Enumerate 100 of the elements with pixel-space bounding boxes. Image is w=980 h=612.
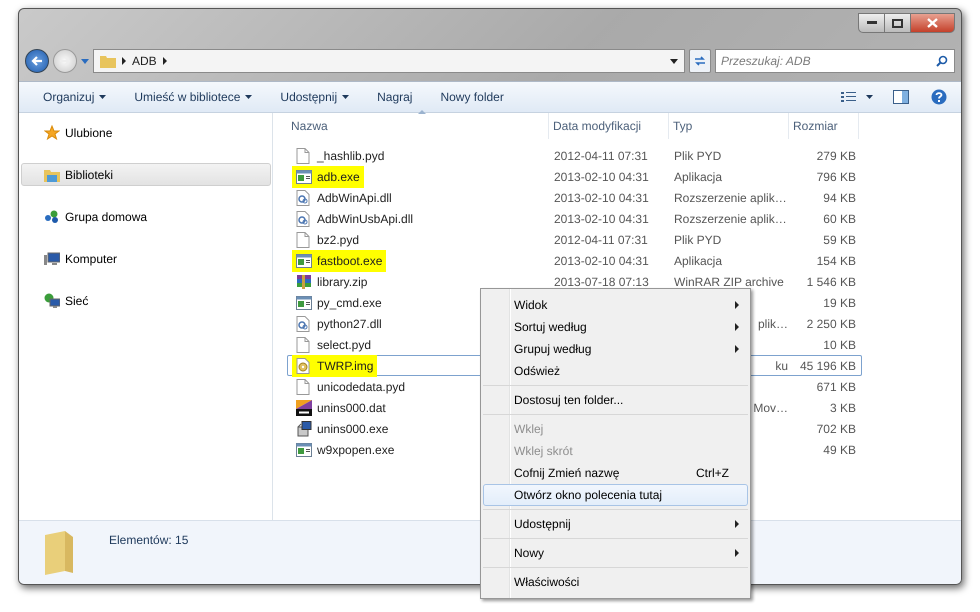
toolbar-button[interactable]: Umieść w bibliotece — [124, 84, 262, 110]
menu-item[interactable]: Udostępnij — [483, 513, 748, 535]
network-icon — [44, 292, 60, 308]
folder-icon — [43, 531, 75, 575]
sidebar-item[interactable]: Grupa domowa — [21, 205, 271, 228]
date-cell-text: 2012-04-11 07:31 — [553, 232, 649, 248]
size-cell-text: 49 KB — [822, 442, 857, 458]
file-icon — [296, 336, 312, 352]
menu-item[interactable]: Otwórz okno polecenia tutaj — [483, 484, 748, 506]
file-name[interactable]: AdbWinApi.dll — [292, 186, 396, 208]
size-cell-text: 796 KB — [816, 168, 857, 186]
type-cell-text: Rozszerzenie aplik… — [673, 210, 788, 228]
installer-icon — [296, 420, 312, 436]
close-icon — [927, 18, 938, 28]
menu-item[interactable]: Grupuj według — [483, 338, 748, 360]
size-cell-text: 671 KB — [816, 378, 857, 396]
search-field[interactable]: Przeszukaj: ADB — [715, 49, 955, 73]
file-name[interactable]: bz2.pyd — [292, 228, 364, 250]
toolbar-button[interactable]: Nagraj — [367, 84, 422, 110]
menu-item[interactable]: Cofnij Zmień nazwę Ctrl+Z — [483, 462, 748, 484]
refresh-icon — [693, 55, 707, 67]
menu-item[interactable]: Nowy — [483, 542, 748, 564]
file-name[interactable]: _hashlib.pyd — [292, 144, 388, 166]
back-button[interactable] — [25, 49, 49, 73]
help-icon[interactable] — [931, 89, 947, 105]
file-name[interactable]: unins000.dat — [292, 396, 390, 418]
sidebar-item[interactable]: Komputer — [21, 247, 271, 270]
size-cell-text: 2 250 KB — [806, 316, 857, 332]
maximize-button[interactable] — [884, 13, 911, 33]
file-name[interactable]: unicodedata.pyd — [292, 376, 410, 398]
minimize-icon — [866, 21, 876, 25]
preview-pane-icon[interactable] — [893, 90, 909, 104]
menu-item[interactable]: Widok — [483, 294, 748, 316]
date-cell-text: 2013-07-18 07:13 — [553, 274, 650, 290]
file-name[interactable]: select.pyd — [292, 334, 376, 356]
size-cell-text: 19 KB — [822, 294, 857, 312]
submenu-arrow-icon — [735, 549, 739, 557]
type-cell: ku — [775, 358, 788, 372]
size-cell-text: 60 KB — [822, 210, 857, 228]
close-button[interactable] — [910, 13, 955, 33]
size-cell-text: 10 KB — [822, 336, 857, 354]
toolbar-button[interactable]: Udostępnij — [270, 84, 360, 110]
toolbar-button[interactable]: Nowy folder — [430, 84, 514, 110]
file-icon — [296, 378, 312, 394]
highlighted-file-name[interactable]: TWRP.img — [292, 354, 378, 376]
menu-item[interactable]: Sortuj według — [483, 316, 748, 338]
application-icon — [296, 294, 312, 310]
folder-icon — [100, 54, 116, 68]
star-icon — [44, 124, 60, 140]
view-icon[interactable] — [841, 91, 856, 103]
computer-icon — [44, 250, 60, 266]
refresh-button[interactable] — [689, 49, 711, 73]
chevron-icon[interactable] — [162, 57, 167, 65]
type-cell-text: WinRAR ZIP archive — [673, 274, 785, 290]
submenu-arrow-icon — [735, 323, 739, 331]
search-icon[interactable] — [936, 55, 948, 67]
highlighted-file-name[interactable]: adb.exe — [292, 166, 364, 188]
dat-file-icon — [296, 400, 312, 416]
size-cell-text: 94 KB — [822, 190, 857, 206]
date-cell-text: 2012-04-11 07:31 — [553, 148, 649, 164]
submenu-arrow-icon — [735, 520, 739, 528]
menu-item[interactable]: Odśwież — [483, 360, 748, 382]
caret-icon — [342, 95, 350, 99]
file-name[interactable]: py_cmd.exe — [292, 292, 386, 314]
application-icon — [296, 252, 312, 268]
menu-item[interactable]: Dostosuj ten folder... — [483, 389, 748, 411]
sidebar-item[interactable]: Sieć — [21, 289, 271, 312]
size-cell-text: 1 546 KB — [806, 274, 857, 290]
size-cell-text: 702 KB — [816, 420, 857, 438]
size-cell-text: 279 KB — [816, 148, 857, 164]
size-cell-text: 3 KB — [828, 400, 857, 416]
application-icon — [296, 442, 312, 458]
highlighted-file-name[interactable]: fastboot.exe — [292, 250, 386, 272]
breadcrumb-item[interactable]: ADB — [132, 52, 157, 70]
file-name[interactable]: w9xpopen.exe — [292, 438, 398, 460]
date-cell-text: 2013-02-10 04:31 — [553, 190, 650, 206]
dropdown-icon[interactable] — [670, 58, 678, 64]
sidebar-item[interactable]: Biblioteki — [21, 163, 271, 186]
submenu-arrow-icon — [735, 345, 739, 353]
toolbar-button[interactable]: Organizuj — [33, 84, 116, 110]
type-cell-text: Plik PYD — [673, 232, 722, 248]
history-dropdown-icon[interactable] — [81, 58, 89, 64]
maximize-icon — [892, 18, 903, 28]
date-cell-text: 2013-02-10 04:31 — [553, 210, 650, 228]
file-name[interactable]: python27.dll — [292, 312, 386, 334]
size-cell-text: 154 KB — [816, 252, 857, 270]
column-header[interactable]: Rozmiar — [789, 113, 859, 139]
type-cell-text: Aplikacja — [673, 252, 724, 270]
column-header[interactable]: Typ — [669, 113, 789, 139]
sidebar-item[interactable]: Ulubione — [21, 121, 271, 144]
address-bar[interactable]: ADB — [93, 49, 685, 73]
size-cell-text: 59 KB — [822, 232, 857, 248]
file-name[interactable]: unins000.exe — [292, 418, 392, 440]
minimize-button[interactable] — [858, 13, 885, 33]
file-name[interactable]: AdbWinUsbApi.dll — [292, 208, 418, 230]
file-name[interactable]: library.zip — [292, 270, 372, 292]
column-header[interactable]: Nazwa — [287, 113, 549, 139]
application-icon — [296, 168, 312, 184]
column-header[interactable]: Data modyfikacji — [549, 113, 669, 139]
menu-item[interactable]: Właściwości — [483, 571, 748, 593]
